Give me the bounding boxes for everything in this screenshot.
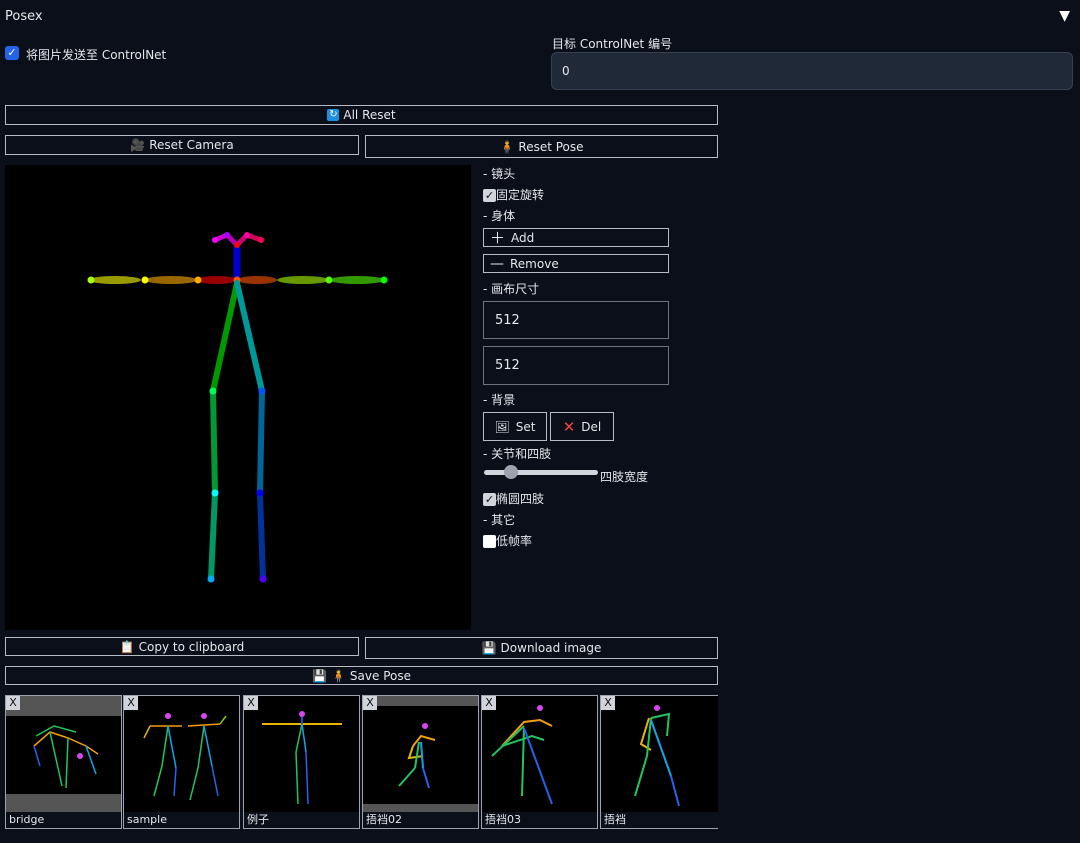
- thumbnail-preview: [491, 705, 553, 805]
- refresh-icon: ↻: [327, 109, 340, 121]
- reset-pose-label: Reset Pose: [518, 139, 584, 154]
- reset-pose-button[interactable]: 🧍 Reset Pose: [365, 135, 718, 158]
- pose-thumbnail[interactable]: X 捂裆02: [362, 695, 479, 829]
- pose-thumbnail[interactable]: X bridge: [5, 695, 122, 829]
- pose-skeleton: [87, 232, 388, 583]
- body-section-label: - 身体: [483, 209, 516, 223]
- set-label: Set: [515, 419, 536, 434]
- low-fps-label: 低帧率: [496, 534, 533, 548]
- camera-section-label: - 镜头: [483, 167, 516, 181]
- low-fps-option[interactable]: 低帧率: [483, 532, 532, 549]
- remove-label: Remove: [510, 256, 559, 271]
- delete-thumbnail-icon[interactable]: X: [363, 696, 377, 710]
- person-icon: 🧍: [499, 139, 515, 154]
- pose-thumbnail[interactable]: X 例子: [243, 695, 360, 829]
- thumbnail-name: sample: [124, 812, 239, 828]
- pose-thumbnail[interactable]: X 捂裆03: [481, 695, 598, 829]
- joints-section-label: - 关节和四肢: [483, 447, 552, 461]
- close-icon: ✕: [562, 417, 576, 436]
- save-pose-button[interactable]: 💾 🧍 Save Pose: [5, 666, 718, 685]
- all-reset-label: All Reset: [343, 108, 396, 122]
- image-icon: 🖼: [494, 419, 510, 434]
- thumbnail-preview: [143, 713, 227, 801]
- thumbnail-name: 捂裆03: [482, 812, 597, 828]
- thumbnail-preview: [634, 705, 680, 807]
- delete-thumbnail-icon[interactable]: X: [244, 696, 258, 710]
- reset-camera-label: Reset Camera: [149, 138, 234, 152]
- collapse-icon[interactable]: ▼: [1059, 8, 1070, 24]
- target-controlnet-input[interactable]: 0: [551, 52, 1073, 90]
- other-section-label: - 其它: [483, 513, 516, 527]
- thumbnail-preview: [33, 725, 99, 789]
- panel-title: Posex: [5, 9, 43, 24]
- thumbnail-preview: [398, 723, 436, 789]
- plus-icon: ＋: [490, 229, 506, 247]
- camera-icon: 🎥: [130, 138, 146, 152]
- delete-thumbnail-icon[interactable]: X: [601, 696, 615, 710]
- send-to-controlnet-label: 将图片发送至 ControlNet: [26, 48, 167, 62]
- ellipse-limbs-option[interactable]: ✓ 椭圆四肢: [483, 490, 544, 507]
- ellipse-limbs-label: 椭圆四肢: [496, 492, 545, 506]
- fix-rotation-checkbox[interactable]: ✓: [483, 189, 496, 202]
- low-fps-checkbox[interactable]: [483, 535, 496, 548]
- del-label: Del: [581, 419, 602, 434]
- pose-canvas[interactable]: [5, 165, 471, 630]
- limb-width-slider[interactable]: [484, 470, 598, 475]
- canvas-width-input[interactable]: 512: [483, 301, 669, 339]
- canvas-height-input[interactable]: 512: [483, 346, 669, 385]
- download-image-label: Download image: [500, 641, 602, 655]
- clipboard-icon: 📋: [119, 639, 135, 654]
- canvas-size-section-label: - 画布尺寸: [483, 282, 540, 296]
- fix-rotation-label: 固定旋转: [496, 188, 545, 202]
- person-icon: 🧍: [330, 668, 346, 683]
- target-controlnet-label: 目标 ControlNet 编号: [552, 37, 673, 51]
- save-icon: 💾: [312, 668, 327, 683]
- thumbnail-name: 捂裆02: [363, 812, 478, 828]
- save-icon: 💾: [481, 641, 497, 655]
- limb-width-label: 四肢宽度: [600, 470, 649, 484]
- pose-thumbnail[interactable]: X sample: [123, 695, 240, 829]
- download-image-button[interactable]: 💾 Download image: [365, 637, 718, 659]
- minus-icon: —: [490, 255, 504, 272]
- send-to-controlnet-checkbox[interactable]: ✓: [5, 46, 19, 60]
- add-body-button[interactable]: ＋ Add: [483, 228, 669, 247]
- set-background-button[interactable]: 🖼 Set: [483, 412, 547, 441]
- thumbnail-preview: [262, 711, 342, 805]
- fix-rotation-option[interactable]: ✓ 固定旋转: [483, 186, 544, 203]
- background-section-label: - 背景: [483, 393, 516, 407]
- delete-thumbnail-icon[interactable]: X: [6, 696, 20, 710]
- delete-background-button[interactable]: ✕ Del: [550, 412, 614, 441]
- save-pose-label: Save Pose: [349, 668, 411, 683]
- ellipse-limbs-checkbox[interactable]: ✓: [483, 493, 496, 506]
- reset-camera-button[interactable]: 🎥 Reset Camera: [5, 135, 359, 155]
- thumbnail-name: bridge: [6, 812, 121, 828]
- limb-width-slider-handle[interactable]: [504, 465, 518, 479]
- add-label: Add: [511, 230, 535, 245]
- delete-thumbnail-icon[interactable]: X: [124, 696, 138, 710]
- remove-body-button[interactable]: — Remove: [483, 254, 669, 273]
- copy-clipboard-button[interactable]: 📋 Copy to clipboard: [5, 637, 359, 656]
- thumbnail-name: 例子: [244, 812, 359, 828]
- delete-thumbnail-icon[interactable]: X: [482, 696, 496, 710]
- copy-clipboard-label: Copy to clipboard: [138, 639, 245, 654]
- all-reset-button[interactable]: ↻ All Reset: [5, 105, 718, 125]
- thumbnail-name: 捂裆: [601, 812, 718, 828]
- pose-thumbnail[interactable]: X 捂裆: [600, 695, 718, 829]
